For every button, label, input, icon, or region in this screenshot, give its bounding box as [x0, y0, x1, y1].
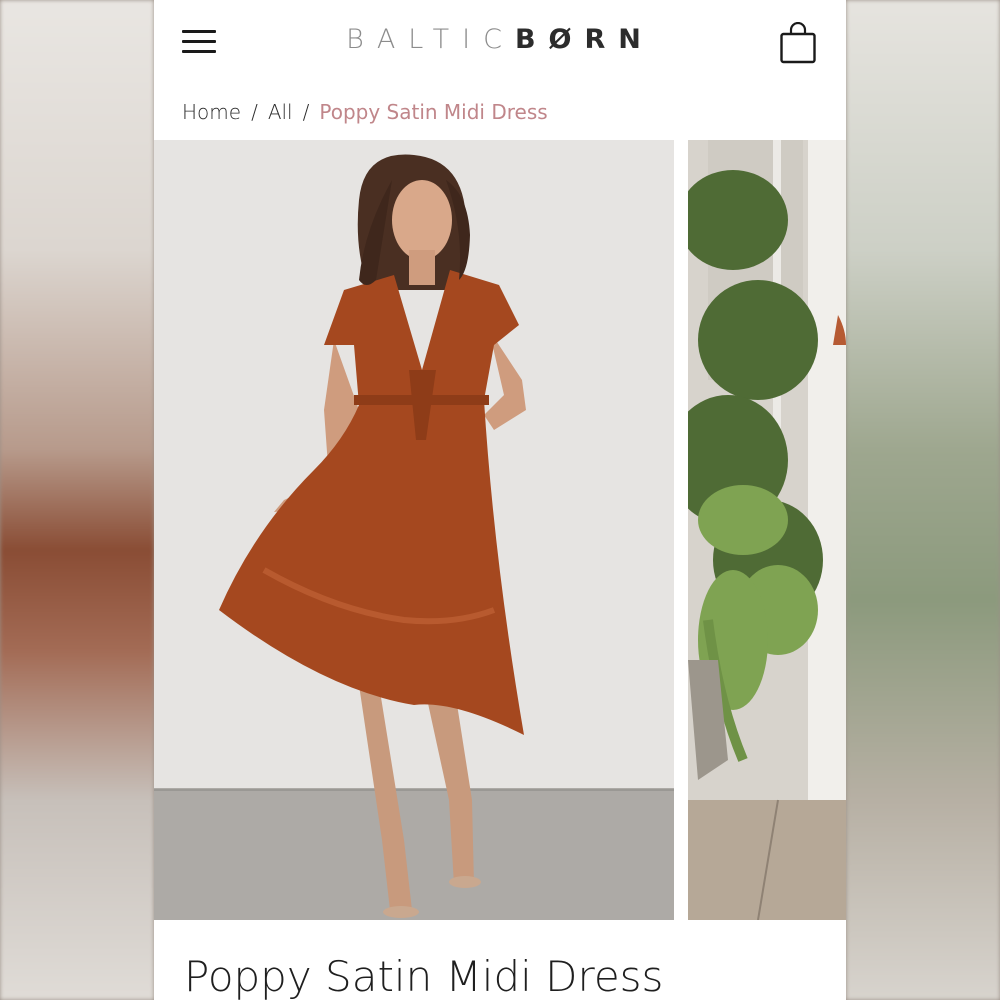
product-title: Poppy Satin Midi Dress [184, 952, 664, 1000]
site-header: BALTICBØRN [154, 0, 846, 85]
breadcrumb-separator: / [251, 100, 258, 124]
logo-part-born: BØRN [514, 24, 654, 55]
blurred-backdrop-left [0, 0, 154, 1000]
brand-logo[interactable]: BALTICBØRN [154, 24, 846, 55]
product-image-secondary[interactable] [688, 140, 846, 920]
product-image-main[interactable] [154, 140, 674, 920]
shopping-bag-icon[interactable] [780, 22, 816, 64]
blurred-backdrop-right [846, 0, 1000, 1000]
product-image-gallery[interactable] [154, 140, 846, 920]
breadcrumb-current: Poppy Satin Midi Dress [319, 100, 548, 124]
breadcrumb-separator: / [302, 100, 310, 124]
mobile-page: BALTICBØRN Home / All / Poppy Satin Midi Dre… [154, 0, 846, 1000]
breadcrumb-home[interactable]: Home [182, 100, 241, 124]
breadcrumb: Home / All / Poppy Satin Midi Dress [182, 100, 548, 124]
logo-part-baltic: BALTIC [346, 24, 515, 55]
breadcrumb-all[interactable]: All [268, 100, 293, 124]
